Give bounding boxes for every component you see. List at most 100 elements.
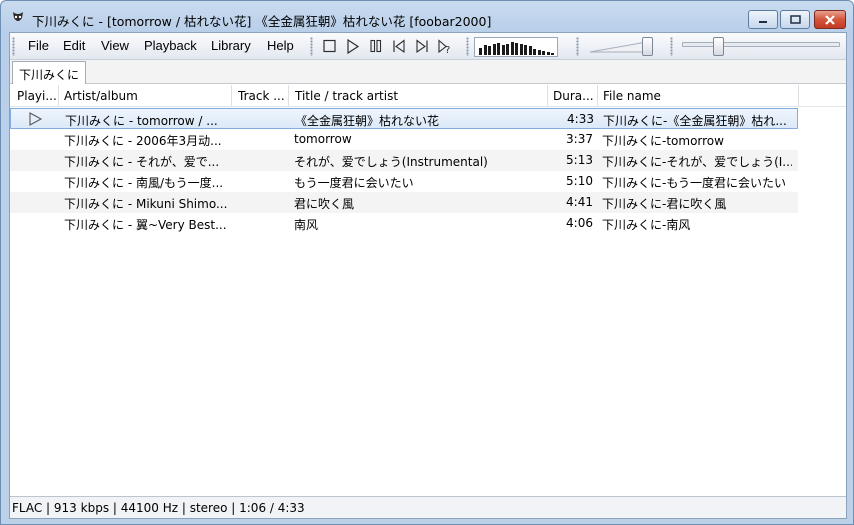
visualizer-bar bbox=[483, 45, 487, 55]
visualizer-bar bbox=[492, 44, 496, 55]
visualizer-bar bbox=[551, 53, 554, 55]
row-artist: 下川みくに - Mikuni Shimo... bbox=[64, 197, 228, 211]
minimize-icon bbox=[759, 20, 767, 23]
visualizer-bar bbox=[497, 43, 500, 55]
column-header-title[interactable]: Title / track artist bbox=[295, 89, 545, 103]
playlist-header: Playi... Artist/album Track ... Title / … bbox=[10, 85, 846, 107]
row-title: tomorrow bbox=[294, 132, 352, 146]
row-title: もう一度君に会いたい bbox=[294, 176, 414, 190]
column-header-playing[interactable]: Playi... bbox=[17, 89, 57, 103]
visualizer-grip[interactable] bbox=[466, 37, 469, 56]
visualizer-bar bbox=[519, 44, 523, 55]
row-filename: 下川みくに-《全金属狂朝》枯れ... bbox=[603, 114, 787, 128]
visualizer-bar bbox=[510, 42, 514, 55]
pause-button[interactable] bbox=[366, 37, 386, 56]
seekbar-track[interactable] bbox=[682, 42, 840, 47]
previous-button[interactable] bbox=[389, 37, 409, 56]
column-header-track[interactable]: Track ... bbox=[238, 89, 288, 103]
menu-playback[interactable]: Playback bbox=[144, 38, 197, 53]
visualizer-bar bbox=[488, 46, 491, 55]
menu-grip[interactable] bbox=[12, 37, 15, 56]
svg-text:?: ? bbox=[445, 45, 450, 56]
menu-library[interactable]: Library bbox=[211, 38, 251, 53]
next-icon bbox=[416, 39, 428, 54]
row-filename: 下川みくに-君に吹く風 bbox=[602, 197, 727, 211]
toolbar-row: File Edit View Playback Library Help ? bbox=[10, 33, 846, 60]
play-button[interactable] bbox=[343, 37, 363, 56]
row-title: 南风 bbox=[294, 218, 319, 232]
playlist-tab[interactable]: 下川みくに bbox=[12, 61, 87, 84]
column-divider[interactable] bbox=[231, 85, 232, 106]
visualizer-bar bbox=[524, 45, 527, 55]
menu-help[interactable]: Help bbox=[267, 38, 294, 53]
row-artist: 下川みくに - 2006年3月动... bbox=[64, 134, 222, 148]
row-duration: 4:33 bbox=[567, 112, 594, 126]
now-playing-icon bbox=[29, 112, 43, 126]
title-bar[interactable]: 下川みくに - [tomorrow / 枯れない花] 《全金属狂朝》枯れない花 … bbox=[1, 1, 853, 33]
main-window: 下川みくに - [tomorrow / 枯れない花] 《全金属狂朝》枯れない花 … bbox=[0, 0, 854, 525]
previous-icon bbox=[393, 39, 405, 54]
playlist-row[interactable]: 下川みくに - 南風/もう一度... もう一度君に会いたい 5:10 下川みくに… bbox=[10, 171, 798, 192]
close-button[interactable] bbox=[814, 10, 846, 29]
column-header-duration[interactable]: Dura... bbox=[553, 89, 597, 103]
visualizer-bar bbox=[506, 44, 509, 55]
visualizer-bar bbox=[515, 43, 518, 55]
visualizer-bar bbox=[501, 45, 505, 55]
status-text: FLAC | 913 kbps | 44100 Hz | stereo | 1:… bbox=[12, 501, 305, 515]
visualizer-bar bbox=[537, 50, 541, 55]
column-divider[interactable] bbox=[547, 85, 548, 106]
row-duration: 4:06 bbox=[566, 216, 593, 230]
column-divider[interactable] bbox=[58, 85, 59, 106]
visualizer-bar bbox=[546, 52, 550, 55]
pause-icon bbox=[370, 39, 382, 53]
row-duration: 5:13 bbox=[566, 153, 593, 167]
playlist-tab-strip: 下川みくに bbox=[10, 60, 846, 84]
row-duration: 3:37 bbox=[566, 132, 593, 146]
row-title: 君に吹く風 bbox=[294, 197, 355, 211]
column-header-artist[interactable]: Artist/album bbox=[64, 89, 229, 103]
visualizer-bar bbox=[542, 51, 545, 55]
spectrum-visualizer bbox=[474, 37, 558, 57]
visualizer-bar bbox=[479, 48, 482, 55]
close-icon bbox=[825, 14, 835, 25]
menu-edit[interactable]: Edit bbox=[63, 38, 85, 53]
row-title: それが、爱でしょう(Instrumental) bbox=[294, 155, 488, 169]
playlist-row[interactable]: 下川みくに - 2006年3月动... tomorrow 3:37 下川みくに-… bbox=[10, 129, 798, 150]
volume-slider-thumb[interactable] bbox=[642, 37, 653, 56]
minimize-button[interactable] bbox=[748, 10, 778, 29]
row-artist: 下川みくに - 翼~Very Best... bbox=[64, 218, 227, 232]
stop-icon bbox=[323, 39, 336, 53]
visualizer-bar bbox=[533, 49, 536, 55]
column-divider[interactable] bbox=[288, 85, 289, 106]
row-artist: 下川みくに - それが、爱で... bbox=[64, 155, 220, 169]
client-area: File Edit View Playback Library Help ? 下… bbox=[9, 32, 847, 519]
playback-grip[interactable] bbox=[310, 37, 313, 56]
next-button[interactable] bbox=[412, 37, 432, 56]
playlist-row[interactable]: 下川みくに - それが、爱で... それが、爱でしょう(Instrumental… bbox=[10, 150, 798, 171]
row-filename: 下川みくに-もう一度君に会いたい bbox=[602, 176, 786, 190]
maximize-button[interactable] bbox=[780, 10, 810, 29]
random-button[interactable]: ? bbox=[435, 37, 455, 56]
foobar-app-icon bbox=[13, 12, 23, 21]
window-title: 下川みくに - [tomorrow / 枯れない花] 《全金属狂朝》枯れない花 … bbox=[32, 14, 492, 29]
menu-view[interactable]: View bbox=[101, 38, 129, 53]
row-artist: 下川みくに - tomorrow / ... bbox=[65, 114, 218, 128]
row-filename: 下川みくに-南风 bbox=[602, 218, 691, 232]
playlist-row[interactable]: 下川みくに - Mikuni Shimo... 君に吹く風 4:41 下川みくに… bbox=[10, 192, 798, 213]
seekbar-thumb[interactable] bbox=[713, 37, 725, 56]
volume-grip[interactable] bbox=[576, 37, 579, 56]
status-bar: FLAC | 913 kbps | 44100 Hz | stereo | 1:… bbox=[10, 496, 846, 518]
playlist-row[interactable]: 下川みくに - 翼~Very Best... 南风 4:06 下川みくに-南风 bbox=[10, 213, 798, 234]
column-divider[interactable] bbox=[597, 85, 598, 106]
seekbar-grip[interactable] bbox=[670, 37, 673, 56]
column-divider[interactable] bbox=[798, 85, 799, 106]
menu-file[interactable]: File bbox=[28, 38, 49, 53]
visualizer-bar bbox=[528, 46, 532, 55]
row-filename: 下川みくに-tomorrow bbox=[602, 134, 724, 148]
row-artist: 下川みくに - 南風/もう一度... bbox=[64, 176, 224, 190]
playlist-row[interactable]: 下川みくに - tomorrow / ... 《全金属狂朝》枯れない花 4:33… bbox=[10, 108, 798, 129]
stop-button[interactable] bbox=[320, 37, 340, 56]
row-duration: 5:10 bbox=[566, 174, 593, 188]
row-title: 《全金属狂朝》枯れない花 bbox=[295, 114, 440, 128]
column-header-filename[interactable]: File name bbox=[603, 89, 793, 103]
